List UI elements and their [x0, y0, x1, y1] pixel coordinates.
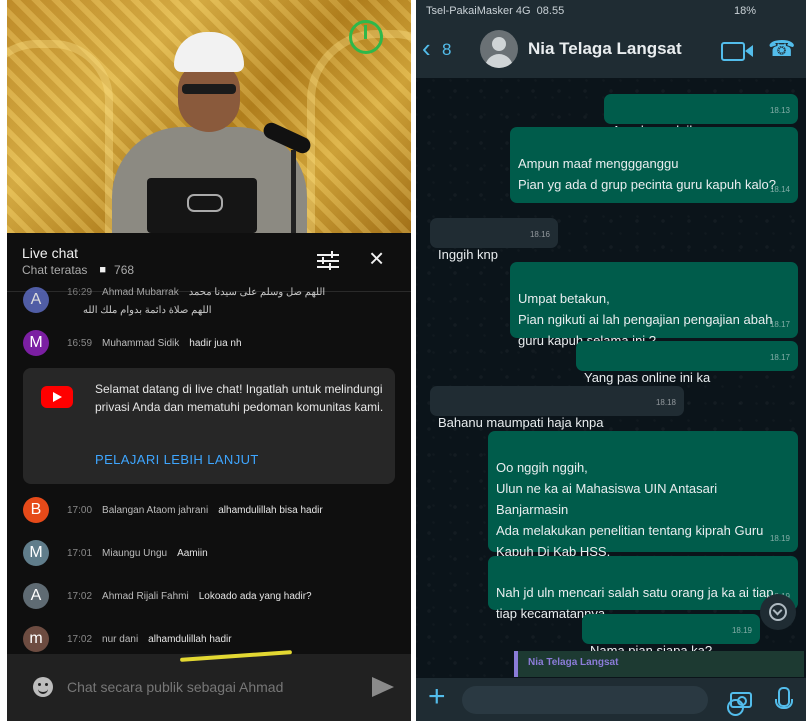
back-chevron-icon[interactable]: ‹	[422, 35, 431, 61]
chat-text-continued: اللهم صلاة دائمة بدوام ملك الله	[83, 305, 212, 316]
welcome-text: Selamat datang di live chat! Ingatlah un…	[95, 382, 384, 414]
attach-plus-icon[interactable]: +	[428, 682, 446, 712]
chat-settings-icon[interactable]	[317, 251, 339, 271]
chat-message: M 17:01 Miaungu Ungu Aamiin	[23, 538, 403, 568]
reply-preview: Nia Telaga Langsat	[514, 651, 804, 677]
avatar: M	[23, 540, 49, 566]
message-time: 18.16	[529, 230, 550, 239]
microphone-icon[interactable]	[775, 687, 793, 709]
message-time: 18.19	[731, 626, 752, 635]
chat-message: A 16:29 Ahmad Mubarrak اللهم صل وسلم على…	[23, 287, 403, 321]
chat-author: Balangan Ataom jahrani	[102, 504, 209, 516]
whatsapp-chat-screen: Tsel-PakaiMasker 4G 08.55 18% ‹ 8 Nia Te…	[416, 0, 806, 721]
message-time: 18.17	[769, 320, 790, 329]
chat-author: Miaungu Ungu	[102, 547, 168, 559]
chat-mode-selector[interactable]: Chat teratas ■ 768	[22, 263, 134, 277]
chat-text: alhamdulillah hadir	[148, 633, 232, 645]
message-time: 18.18	[655, 398, 676, 407]
message-bubble-out[interactable]: Yang pas online ini ka 18.17	[576, 341, 798, 385]
wall-arch-decoration	[307, 30, 411, 233]
contact-avatar[interactable]	[480, 30, 518, 68]
chat-input[interactable]: Chat secara publik sebagai Ahmad	[67, 679, 283, 695]
chat-message: M 16:59 Muhammad Sidik hadir jua nh	[23, 328, 403, 358]
chat-time: 16:59	[67, 337, 93, 349]
laptop	[147, 178, 257, 233]
message-bubble-out[interactable]: Umpat betakun, Pian ngikuti ai lah penga…	[510, 262, 798, 348]
clock: 08.55	[536, 5, 565, 17]
welcome-notice: Selamat datang di live chat! Ingatlah un…	[23, 368, 395, 484]
message-time: 18.13	[769, 106, 790, 115]
camera-icon[interactable]	[730, 692, 752, 708]
chat-text: Lokoado ada yang hadir?	[198, 590, 312, 602]
chat-message: m 17:02 nur dani alhamdulillah hadir	[23, 624, 403, 654]
chat-time: 17:01	[67, 547, 93, 559]
youtube-logo-icon	[41, 386, 73, 408]
chat-time: 17:02	[67, 633, 93, 645]
youtube-live-panel: Live chat Chat teratas ■ 768 × A 16:29 A…	[7, 0, 411, 721]
chat-author: nur dani	[102, 633, 139, 645]
avatar: A	[23, 287, 49, 313]
live-indicator-icon	[349, 20, 383, 54]
message-input[interactable]	[462, 686, 744, 716]
message-time: 18.17	[769, 353, 790, 362]
phone-call-icon[interactable]: ☎	[768, 36, 795, 62]
message-bubble-out[interactable]: Oo nggih nggih, Ulun ne ka ai Mahasiswa …	[488, 431, 798, 559]
status-bar: Tsel-PakaiMasker 4G 08.55 18%	[416, 0, 806, 22]
chat-composer: Chat secara publik sebagai Ahmad	[7, 654, 411, 721]
live-chat-header: Live chat Chat teratas ■ 768 ×	[7, 233, 411, 292]
chat-message: A 17:02 Ahmad Rijali Fahmi Lokoado ada y…	[23, 581, 403, 611]
message-bubble-out[interactable]: Nama pian siapa ka? 18.19	[582, 614, 760, 658]
live-chat-title: Live chat	[22, 245, 79, 261]
message-time: 18.14	[769, 185, 790, 194]
chat-time: 16:29	[67, 287, 93, 298]
chat-text: alhamdulillah bisa hadir	[218, 504, 323, 516]
battery-level: 18%	[734, 5, 757, 17]
video-call-icon[interactable]	[721, 42, 753, 61]
chat-text: hadir jua nh	[189, 337, 242, 349]
message-bubble-out[interactable]: Assalamualaikum 18.13	[604, 94, 798, 138]
chat-author: Ahmad Rijali Fahmi	[102, 590, 189, 602]
carrier-label: Tsel-PakaiMasker 4G 08.55	[426, 5, 565, 17]
message-text: Inggih knp	[438, 247, 498, 262]
message-text: Ampun maaf menggganggu Pian yg ada d gru…	[518, 156, 777, 192]
scroll-down-icon[interactable]	[760, 594, 796, 630]
message-bubble-out[interactable]: Ampun maaf menggganggu Pian yg ada d gru…	[510, 127, 798, 203]
chat-text: اللهم صل وسلم على سيدنا محمد	[188, 287, 326, 298]
close-chat-icon[interactable]: ×	[369, 245, 384, 271]
avatar: B	[23, 497, 49, 523]
learn-more-link[interactable]: PELAJARI LEBIH LANJUT	[95, 452, 259, 467]
chat-message: B 17:00 Balangan Ataom jahrani alhamduli…	[23, 495, 403, 525]
live-chat-panel: Live chat Chat teratas ■ 768 × A 16:29 A…	[7, 233, 411, 721]
contact-name[interactable]: Nia Telaga Langsat	[528, 39, 682, 59]
reply-preview-name: Nia Telaga Langsat	[528, 657, 619, 668]
avatar: m	[23, 626, 49, 652]
viewer-count: 768	[114, 263, 135, 277]
message-time: 18.19	[769, 534, 790, 543]
chat-mode-label: Chat teratas	[22, 263, 88, 277]
chat-text: Aamiin	[177, 547, 208, 559]
unread-count[interactable]: 8	[442, 40, 451, 60]
viewers-icon: ■	[99, 264, 107, 276]
message-text: Yang pas online ini ka	[584, 370, 711, 385]
send-icon[interactable]	[372, 677, 394, 697]
chat-author: Muhammad Sidik	[102, 337, 180, 349]
message-bubble-out[interactable]: Nah jd uln mencari salah satu orang ja k…	[488, 556, 798, 621]
avatar: M	[23, 330, 49, 356]
chat-time: 17:02	[67, 590, 93, 602]
message-bubble-in[interactable]: Bahanu maumpati haja knpa 18.18	[430, 386, 684, 430]
emoji-icon[interactable]	[33, 677, 53, 697]
message-text: Oo nggih nggih, Ulun ne ka ai Mahasiswa …	[496, 460, 764, 559]
message-bubble-in[interactable]: Inggih knp 18.16	[430, 218, 558, 262]
message-text: Bahanu maumpati haja knpa	[438, 415, 604, 430]
video-player[interactable]	[7, 0, 411, 233]
microphone-stand	[291, 150, 296, 233]
wall-arch-decoration	[7, 40, 113, 233]
chat-time: 17:00	[67, 504, 93, 516]
chat-header: ‹ 8 Nia Telaga Langsat ☎	[416, 22, 806, 78]
message-input-bar: +	[416, 678, 806, 721]
chat-author: Ahmad Mubarrak	[102, 287, 179, 298]
avatar: A	[23, 583, 49, 609]
